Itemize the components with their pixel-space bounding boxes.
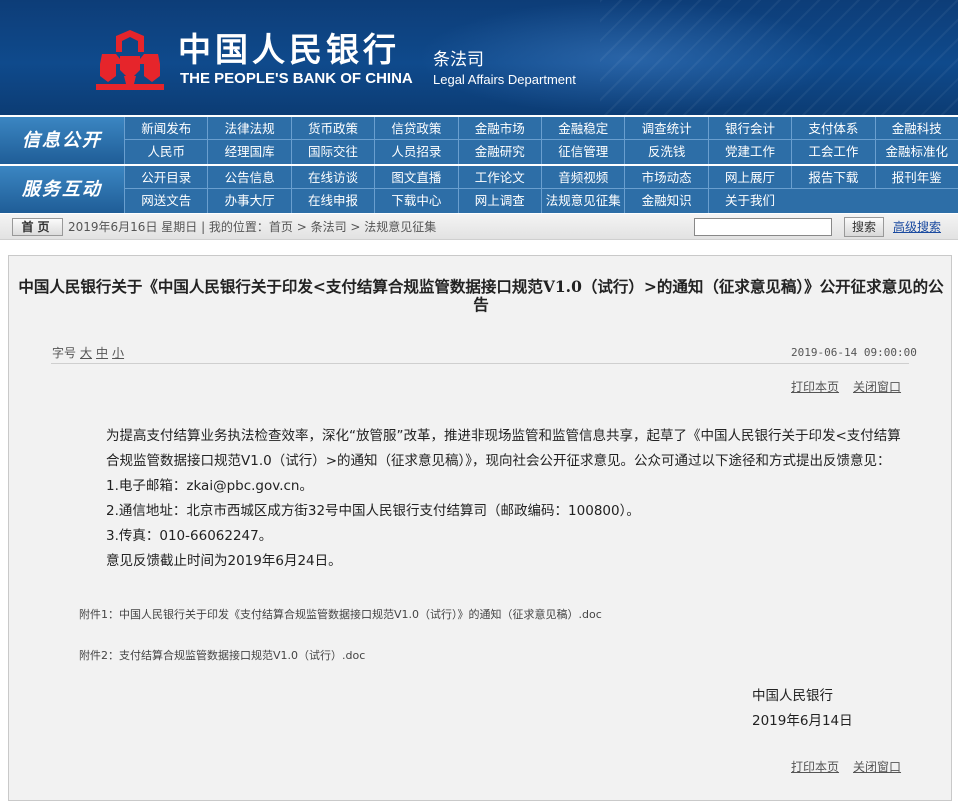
nav-link[interactable]: 法规意见征集 [541,189,624,213]
nav-link[interactable]: 办事大厅 [207,189,290,213]
close-window-link[interactable]: 关闭窗口 [853,380,901,394]
nav-grid-info: 新闻发布 法律法规 货币政策 信贷政策 金融市场 金融稳定 调查统计 银行会计 … [124,117,958,164]
nav-link[interactable]: 网上调查 [457,189,541,213]
publish-date: 2019-06-14 09:00:00 [791,346,917,359]
nav-link[interactable]: 党建工作 [707,140,791,164]
nav-link[interactable]: 网送文告 [124,189,207,213]
nav-link[interactable]: 反洗钱 [624,140,707,164]
signature-date: 2019年6月14日 [752,713,853,729]
nav-link[interactable]: 报刊年鉴 [874,166,958,189]
nav-link[interactable]: 金融市场 [457,117,541,140]
nav-link[interactable]: 金融稳定 [541,117,625,140]
nav-link[interactable]: 工作论文 [457,166,541,189]
department-name-cn: 条法司 [433,50,484,70]
nav-link[interactable]: 公告信息 [207,166,291,189]
font-size-large[interactable]: 大 [80,346,92,360]
nav-link[interactable]: 金融标准化 [874,140,958,164]
nav-link[interactable]: 货币政策 [290,117,375,140]
article-body: 为提高支付结算业务执法检查效率，深化“放管服”改革，推进非现场监管和监管信息共享… [79,424,909,574]
print-link[interactable]: 打印本页 [791,760,839,774]
attachment-2-text: 附件2：支付结算合规监管数据接口规范V1.0（试行）.doc [79,649,366,662]
nav-info-public: 信息公开 新闻发布 法律法规 货币政策 信贷政策 金融市场 金融稳定 调查统计 … [0,117,958,164]
nav-link[interactable]: 征信管理 [541,140,624,164]
tool-links-bottom: 打印本页 关闭窗口 [791,759,915,775]
attachment-1-text: 附件1：中国人民银行关于印发《支付结算合规监管数据接口规范V1.0（试行）》的通… [79,608,602,621]
nav-link[interactable]: 市场动态 [624,166,708,189]
nav-link[interactable]: 金融知识 [624,189,707,213]
nav-link[interactable]: 金融科技 [874,117,958,140]
nav-link[interactable]: 调查统计 [624,117,708,140]
nav-section-service-label: 服务互动 [0,166,124,213]
nav-section-info-label: 信息公开 [0,117,124,164]
header-pattern [600,0,958,115]
font-size-label: 字号 [52,346,77,360]
nav-link[interactable]: 银行会计 [707,117,792,140]
info-bar: 首页 2019年6月16日 星期日 | 我的位置：首页 > 条法司 > 法规意见… [0,214,958,240]
bank-name-en: THE PEOPLE'S BANK OF CHINA [180,70,413,87]
font-size-small[interactable]: 小 [112,346,124,360]
article-panel: 中国人民银行关于《中国人民银行关于印发<支付结算合规监管数据接口规范V1.0（试… [8,255,952,801]
nav-link[interactable]: 报告下载 [791,166,875,189]
pboc-logo-icon[interactable] [94,30,166,92]
tool-links-top: 打印本页 关闭窗口 [791,379,915,395]
site-header: 中国人民银行 THE PEOPLE'S BANK OF CHINA 条法司 Le… [0,0,958,115]
nav-link[interactable]: 关于我们 [707,189,791,213]
contact-fax: 3.传真：010-66062247。 [106,528,273,544]
contact-address: 2.通信地址：北京市西城区成方街32号中国人民银行支付结算司（邮政编码：1008… [106,503,640,519]
nav-link[interactable]: 音频视频 [541,166,625,189]
search-input[interactable] [694,218,832,236]
meta-divider [51,363,909,364]
nav-link[interactable]: 公开目录 [124,166,208,189]
signature-block: 中国人民银行 2019年6月14日 [752,684,853,734]
nav-link[interactable]: 网上展厅 [707,166,792,189]
nav-link[interactable]: 人员招录 [374,140,457,164]
nav-link[interactable]: 在线访谈 [290,166,375,189]
nav-link[interactable]: 国际交往 [290,140,374,164]
deadline-text: 意见反馈截止时间为2019年6月24日。 [106,553,342,569]
nav-empty-cell [791,189,874,213]
department-name-en: Legal Affairs Department [433,72,576,87]
contact-email: 1.电子邮箱：zkai@pbc.gov.cn。 [106,478,313,494]
nav-empty-cell [875,189,958,213]
nav-link[interactable]: 新闻发布 [124,117,208,140]
breadcrumb: 2019年6月16日 星期日 | 我的位置：首页 > 条法司 > 法规意见征集 [68,220,437,234]
nav-link[interactable]: 法律法规 [207,117,291,140]
nav-link[interactable]: 信贷政策 [374,117,458,140]
nav-link[interactable]: 在线申报 [290,189,374,213]
font-size-control: 字号大中小 [52,345,124,361]
nav-link[interactable]: 支付体系 [791,117,875,140]
search-button[interactable]: 搜索 [844,217,884,237]
signature-org: 中国人民银行 [752,688,833,704]
print-link[interactable]: 打印本页 [791,380,839,394]
bank-name-cn: 中国人民银行 [178,30,400,69]
advanced-search-link[interactable]: 高级搜索 [893,219,941,235]
nav-link[interactable]: 工会工作 [791,140,874,164]
close-window-link[interactable]: 关闭窗口 [853,760,901,774]
home-button[interactable]: 首页 [12,218,63,236]
nav-service: 服务互动 公开目录 公告信息 在线访谈 图文直播 工作论文 音频视频 市场动态 … [0,166,958,213]
nav-link[interactable]: 下载中心 [374,189,457,213]
nav-grid-service: 公开目录 公告信息 在线访谈 图文直播 工作论文 音频视频 市场动态 网上展厅 … [124,166,958,213]
nav-link[interactable]: 金融研究 [457,140,541,164]
intro-paragraph: 为提高支付结算业务执法检查效率，深化“放管服”改革，推进非现场监管和监管信息共享… [106,428,901,469]
article-title: 中国人民银行关于《中国人民银行关于印发<支付结算合规监管数据接口规范V1.0（试… [18,277,944,314]
nav-link[interactable]: 图文直播 [374,166,458,189]
nav-link[interactable]: 人民币 [124,140,207,164]
nav-link[interactable]: 经理国库 [207,140,290,164]
font-size-medium[interactable]: 中 [96,346,108,360]
